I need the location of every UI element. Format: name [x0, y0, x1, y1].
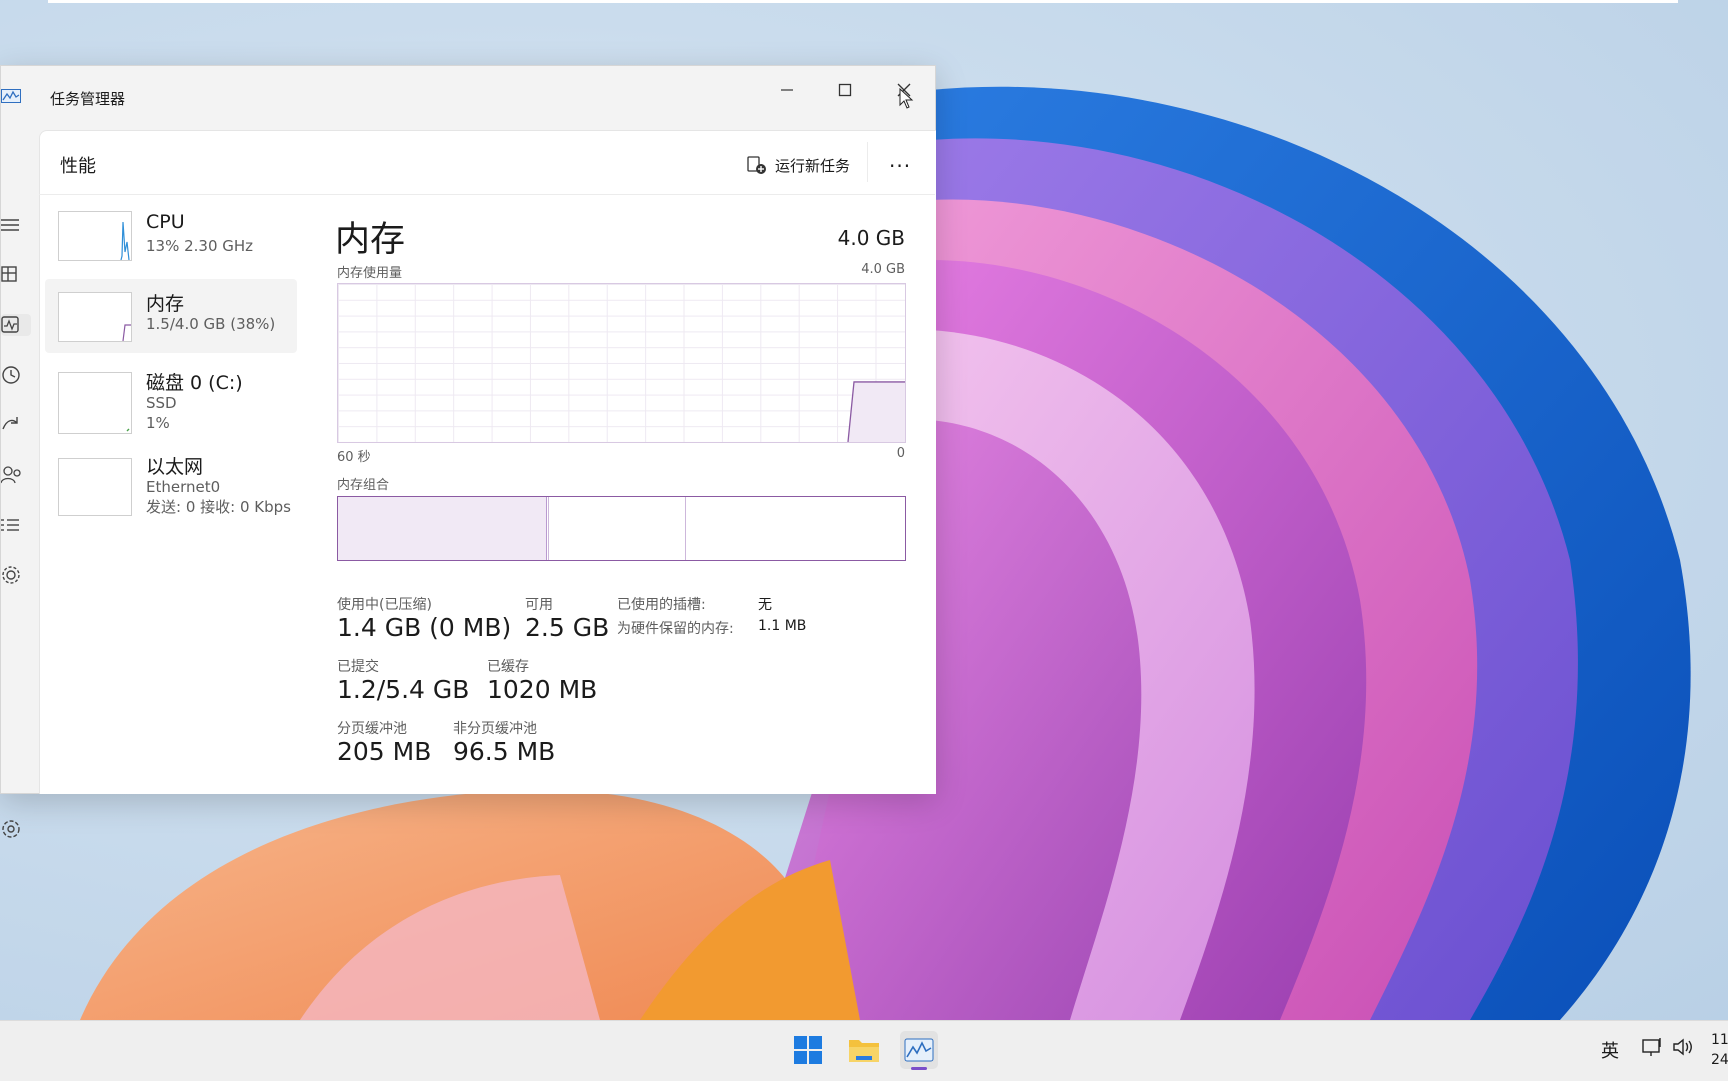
network-icon[interactable] [1642, 1037, 1664, 1062]
reserved-value: 1.1 MB [758, 618, 807, 634]
clock[interactable]: 11 24 [1711, 1030, 1728, 1070]
start-button[interactable] [789, 1031, 827, 1069]
more-options-button[interactable]: ··· [889, 154, 911, 178]
task-manager-icon [1, 88, 21, 103]
usage-graph-label: 内存使用量 [337, 266, 403, 281]
ime-indicator[interactable]: 英 [1601, 1037, 1619, 1063]
title-bar[interactable]: 任务管理器 [1, 66, 935, 130]
reserved-label: 为硬件保留的内存: [617, 621, 734, 637]
sidebar-item-label: 磁盘 0 (C:) [146, 372, 243, 394]
time-axis-end: 0 [896, 446, 905, 461]
clock-date: 24 [1711, 1052, 1728, 1068]
composition-label: 内存组合 [337, 478, 390, 493]
cpu-thumbnail [58, 211, 132, 261]
memory-composition-bar [337, 496, 906, 561]
task-manager-taskbar-button[interactable] [900, 1031, 938, 1070]
processes-icon[interactable] [1, 264, 23, 286]
paged-pool-value: 205 MB [337, 737, 432, 766]
file-explorer-button[interactable] [845, 1031, 883, 1069]
sidebar-item-cpu[interactable]: CPU 13% 2.30 GHz [45, 201, 297, 271]
minimize-icon [781, 89, 793, 91]
services-icon[interactable] [1, 564, 23, 586]
windows-logo-icon [794, 1036, 822, 1064]
memory-thumbnail [58, 292, 132, 342]
disk-thumbnail [58, 372, 132, 434]
users-icon[interactable] [1, 464, 23, 486]
header-separator [39, 194, 935, 195]
committed-label: 已提交 [337, 659, 379, 675]
startup-icon[interactable] [1, 414, 23, 436]
memory-usage-graph [337, 283, 906, 443]
active-indicator [911, 1067, 927, 1070]
app-history-icon[interactable] [1, 364, 23, 386]
in-use-value: 1.4 GB (0 MB) [337, 613, 512, 642]
nonpaged-pool-value: 96.5 MB [453, 737, 556, 766]
settings-icon[interactable] [1, 818, 23, 840]
sidebar-item-memory[interactable]: 内存 1.5/4.0 GB (38%) [45, 279, 297, 353]
cached-value: 1020 MB [487, 675, 598, 704]
main-title: 内存 [335, 220, 406, 260]
maximize-button[interactable] [823, 74, 867, 106]
nonpaged-pool-label: 非分页缓冲池 [453, 721, 537, 737]
performance-icon[interactable] [1, 314, 31, 336]
run-task-icon [747, 156, 766, 174]
in-use-segment [338, 497, 547, 560]
nav-rail [1, 130, 39, 838]
available-value: 2.5 GB [525, 613, 610, 642]
sidebar-item-detail: 1% [146, 414, 170, 432]
sidebar-item-disk[interactable]: 磁盘 0 (C:) SSD 1% [45, 360, 297, 440]
sidebar-item-detail: 发送: 0 接收: 0 Kbps [146, 498, 291, 516]
details-icon[interactable] [1, 514, 23, 536]
task-manager-icon [904, 1038, 934, 1062]
minimize-button[interactable] [765, 74, 809, 106]
sidebar-item-label: 以太网 [146, 456, 204, 478]
available-label: 可用 [525, 597, 553, 613]
screen-top-edge [48, 0, 1678, 3]
committed-value: 1.2/5.4 GB [337, 675, 470, 704]
sidebar-item-detail: 13% 2.30 GHz [146, 237, 254, 255]
memory-total: 4.0 GB [837, 226, 905, 250]
sidebar-item-ethernet[interactable]: 以太网 Ethernet0 发送: 0 接收: 0 Kbps [45, 446, 297, 526]
maximize-icon [838, 83, 852, 97]
clock-time: 11 [1711, 1032, 1728, 1048]
task-manager-window: 任务管理器 性能 运行新任务 ··· CPU 13% 2.30 GHz 内存 1… [0, 65, 936, 838]
ethernet-thumbnail [58, 458, 132, 516]
in-use-label: 使用中(已压缩) [337, 597, 432, 613]
page-title: 性能 [60, 156, 96, 177]
standby-segment [685, 497, 686, 560]
mouse-cursor-icon [899, 88, 914, 109]
paged-pool-label: 分页缓冲池 [337, 721, 407, 737]
sidebar-item-detail: Ethernet0 [146, 478, 221, 496]
usage-graph-max: 4.0 GB [861, 262, 905, 277]
run-new-task-button[interactable]: 运行新任务 [747, 150, 850, 180]
slots-value: 无 [758, 597, 772, 613]
window-title: 任务管理器 [50, 90, 126, 108]
sidebar-item-label: 内存 [146, 293, 185, 315]
time-axis-start: 60 秒 [337, 450, 371, 465]
header-divider [867, 142, 868, 182]
volume-icon[interactable] [1672, 1037, 1694, 1062]
hamburger-icon[interactable] [1, 214, 23, 236]
slots-label: 已使用的插槽: [617, 597, 706, 613]
sidebar-item-label: CPU [146, 211, 185, 233]
folder-icon [849, 1040, 879, 1062]
sidebar-item-detail: SSD [146, 394, 177, 412]
sidebar-item-detail: 1.5/4.0 GB (38%) [146, 315, 276, 333]
cached-label: 已缓存 [487, 659, 529, 675]
modified-segment [548, 497, 549, 560]
run-task-label: 运行新任务 [775, 156, 851, 175]
usage-line [847, 381, 905, 442]
